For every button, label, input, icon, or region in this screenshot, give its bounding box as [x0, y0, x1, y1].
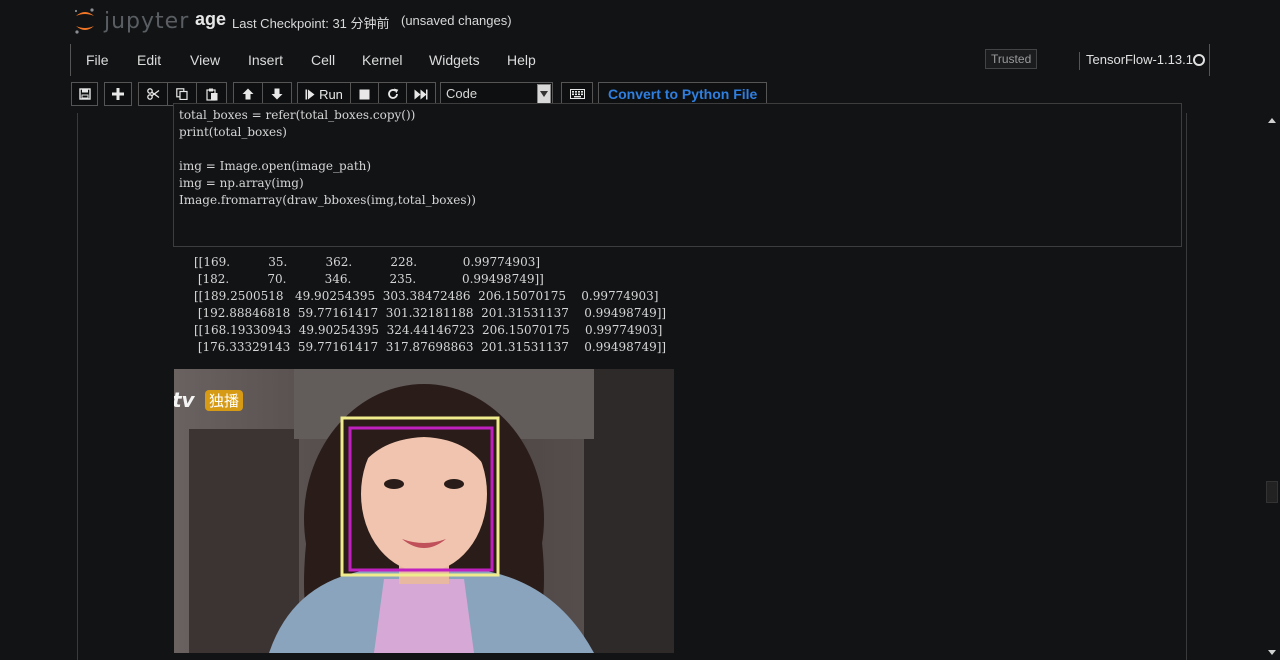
code-line: img = np.array(img) [179, 176, 304, 190]
output-line: [192.88846818 59.77161417 301.32181188 2… [194, 306, 667, 320]
restart-icon [387, 88, 398, 99]
code-cell-input[interactable]: total_boxes = refer(total_boxes.copy()) … [173, 103, 1182, 247]
output-line: [182. 70. 346. 235. 0.99498749]] [194, 272, 544, 286]
kernel-name[interactable]: TensorFlow-1.13.1 [1079, 52, 1193, 70]
arrow-down-icon [271, 88, 283, 100]
scissors-icon [146, 88, 159, 100]
menu-cell[interactable]: Cell [311, 52, 335, 68]
save-icon [78, 88, 91, 100]
code-line: Image.fromarray(draw_bboxes(img,total_bo… [179, 193, 476, 207]
menu-file[interactable]: File [86, 52, 109, 68]
copy-icon [176, 88, 188, 100]
menu-edit[interactable]: Edit [137, 52, 161, 68]
menubar: File Edit View Insert Cell Kernel Widget… [70, 44, 1210, 76]
menu-widgets[interactable]: Widgets [429, 52, 480, 68]
code-line: total_boxes = refer(total_boxes.copy()) [179, 108, 416, 122]
output-image: tv 独播 [174, 369, 674, 653]
code-line: print(total_boxes) [179, 125, 287, 139]
kernel-idle-indicator-icon [1193, 54, 1205, 66]
vertical-scrollbar[interactable] [1264, 113, 1280, 660]
save-button[interactable] [71, 82, 98, 106]
face-detection-image: tv 独播 [174, 369, 674, 653]
fast-forward-icon [414, 89, 428, 99]
logo-text: jupyter [104, 8, 190, 34]
step-forward-icon [305, 89, 315, 99]
autosave-status: (unsaved changes) [401, 13, 512, 28]
watermark-tag: 独播 [209, 392, 239, 410]
chevron-down-icon [537, 84, 551, 104]
scroll-up-icon[interactable] [1267, 115, 1277, 125]
arrow-up-icon [242, 88, 254, 100]
menu-help[interactable]: Help [507, 52, 536, 68]
output-line: [[169. 35. 362. 228. 0.99774903] [194, 255, 541, 269]
stop-icon [359, 89, 370, 99]
menu-insert[interactable]: Insert [248, 52, 283, 68]
trusted-badge[interactable]: Trusted [985, 49, 1038, 69]
code-line: img = Image.open(image_path) [179, 159, 372, 173]
jupyter-logo-icon [74, 8, 94, 34]
insert-cell-button[interactable] [104, 82, 132, 106]
cell-type-value: Code [446, 86, 478, 101]
cut-button[interactable] [138, 82, 168, 106]
scrollbar-thumb[interactable] [1266, 481, 1278, 503]
output-line: [176.33329143 59.77161417 317.87698863 2… [194, 340, 667, 354]
jupyter-logo[interactable]: jupyter [72, 6, 189, 36]
notebook-container: total_boxes = refer(total_boxes.copy()) … [77, 103, 1187, 660]
output-line: [[189.2500518 49.90254395 303.38472486 2… [194, 289, 659, 303]
keyboard-icon [569, 89, 585, 99]
watermark-brand: tv [174, 388, 196, 412]
menu-kernel[interactable]: Kernel [362, 52, 402, 68]
run-label: Run [319, 86, 343, 102]
paste-icon [205, 88, 217, 101]
checkpoint-status: Last Checkpoint: 31 分钟前 [232, 16, 390, 31]
menu-view[interactable]: View [190, 52, 220, 68]
notebook-title[interactable]: age [195, 9, 226, 30]
plus-icon [112, 88, 124, 100]
notebook-header: jupyter age Last Checkpoint: 31 分钟前 (uns… [0, 0, 1280, 113]
output-line: [[168.19330943 49.90254395 324.44146723 … [194, 323, 663, 337]
scroll-down-icon[interactable] [1267, 647, 1277, 657]
